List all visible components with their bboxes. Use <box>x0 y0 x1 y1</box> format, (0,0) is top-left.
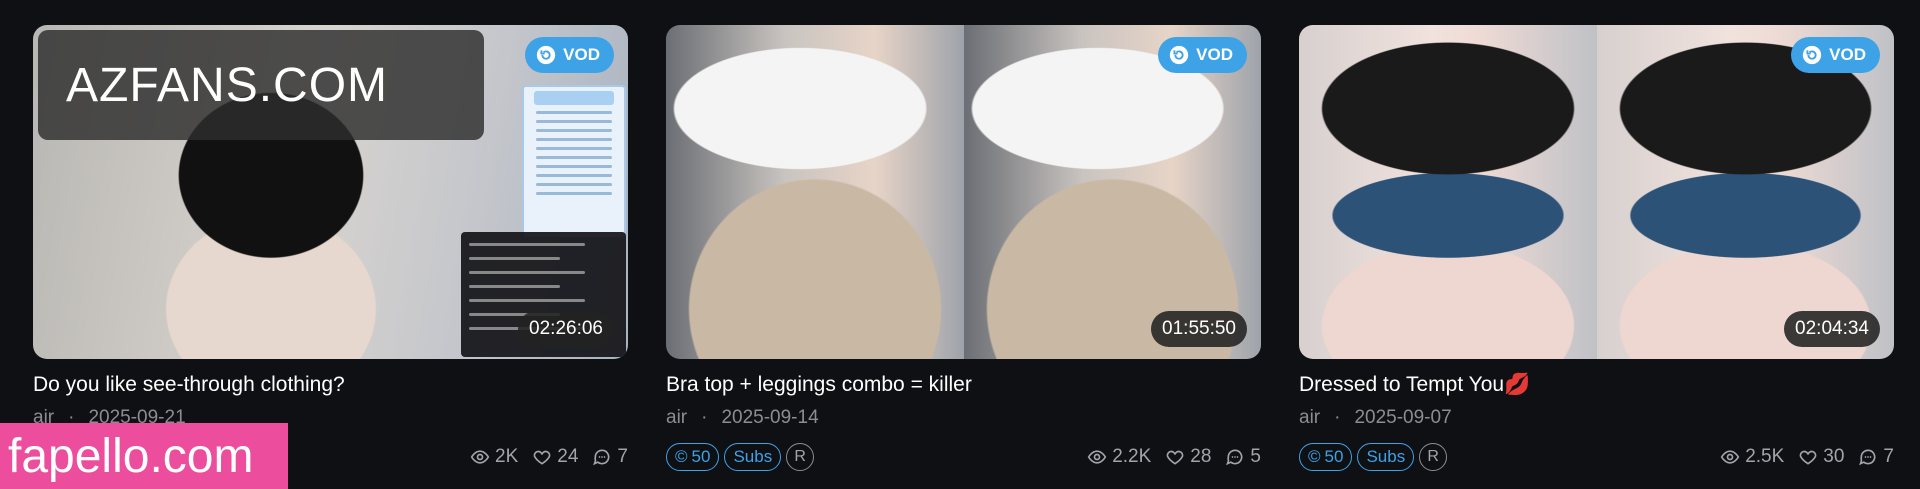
duration-badge: 02:26:06 <box>518 311 614 347</box>
likes-count: 28 <box>1190 446 1212 467</box>
likes-stat[interactable]: 30 <box>1798 446 1844 468</box>
price-value: 50 <box>1324 447 1344 466</box>
views-stat: 2K <box>470 446 518 468</box>
duration-badge: 02:04:34 <box>1784 311 1880 347</box>
price-badge[interactable]: © 50 <box>1299 443 1353 471</box>
rating-badge: R <box>786 443 815 471</box>
price-badge[interactable]: © 50 <box>666 443 720 471</box>
comment-icon <box>1859 449 1876 466</box>
video-card[interactable]: VOD 01:55:50 Bra top + leggings combo = … <box>666 25 1261 473</box>
replay-icon <box>536 45 556 65</box>
video-thumbnail[interactable]: VOD 01:55:50 <box>666 25 1261 359</box>
access-badges: © 50 Subs R <box>1299 443 1448 471</box>
video-title[interactable]: Dressed to Tempt You💋 <box>1299 373 1894 399</box>
comments-stat[interactable]: 7 <box>592 446 628 468</box>
video-grid: AZFANS.COM VOD 02:26:06 Do you like see-… <box>33 25 1894 473</box>
duration-badge: 01:55:50 <box>1151 311 1247 347</box>
video-meta: air · 2025-09-14 <box>666 407 1261 429</box>
replay-icon <box>1802 45 1822 65</box>
eye-icon <box>1720 450 1740 464</box>
vod-badge: VOD <box>525 37 614 73</box>
likes-stat[interactable]: 28 <box>1165 446 1211 468</box>
author-name[interactable]: air <box>666 407 687 429</box>
views-count: 2.5K <box>1745 446 1785 467</box>
heart-icon <box>1166 450 1184 465</box>
access-badges: © 50 Subs R <box>666 443 815 471</box>
views-stat: 2.5K <box>1720 446 1784 468</box>
heart-icon <box>1799 450 1817 465</box>
site-watermark: fapello.com <box>0 423 288 489</box>
comment-icon <box>593 449 610 466</box>
comments-stat[interactable]: 7 <box>1858 446 1894 468</box>
video-meta: air · 2025-09-07 <box>1299 407 1894 429</box>
subs-badge[interactable]: Subs <box>724 443 782 471</box>
video-stats-row: © 50 Subs R 2.2K 28 5 <box>666 441 1261 473</box>
publish-date: 2025-09-07 <box>1354 407 1452 428</box>
likes-count: 30 <box>1823 446 1845 467</box>
likes-count: 24 <box>557 446 579 467</box>
vod-label: VOD <box>563 45 600 64</box>
meta-separator: · <box>1334 407 1341 428</box>
video-thumbnail[interactable]: AZFANS.COM VOD 02:26:06 <box>33 25 628 359</box>
azfans-watermark: AZFANS.COM <box>38 30 484 140</box>
heart-icon <box>533 450 551 465</box>
views-count: 2.2K <box>1112 446 1152 467</box>
coin-icon: © <box>675 447 688 466</box>
subs-badge[interactable]: Subs <box>1357 443 1415 471</box>
author-name[interactable]: air <box>1299 407 1320 429</box>
video-stats: 2.5K 30 7 <box>1720 446 1894 468</box>
video-title[interactable]: Bra top + leggings combo = killer <box>666 373 1261 399</box>
video-stats: 2.2K 28 5 <box>1087 446 1261 468</box>
video-stats: 2K 24 7 <box>470 446 628 468</box>
price-value: 50 <box>691 447 711 466</box>
video-card[interactable]: AZFANS.COM VOD 02:26:06 Do you like see-… <box>33 25 628 473</box>
comment-icon <box>1226 449 1243 466</box>
vod-badge: VOD <box>1158 37 1247 73</box>
vod-label: VOD <box>1829 45 1866 64</box>
eye-icon <box>470 450 490 464</box>
video-thumbnail[interactable]: VOD 02:04:34 <box>1299 25 1894 359</box>
vod-label: VOD <box>1196 45 1233 64</box>
video-stats-row: © 50 Subs R 2.5K 30 7 <box>1299 441 1894 473</box>
comments-stat[interactable]: 5 <box>1225 446 1261 468</box>
vod-badge: VOD <box>1791 37 1880 73</box>
views-count: 2K <box>495 446 519 467</box>
comments-count: 7 <box>617 446 628 467</box>
thumbnail-menu-overlay <box>522 85 626 239</box>
coin-icon: © <box>1308 447 1321 466</box>
meta-separator: · <box>701 407 708 428</box>
comments-count: 5 <box>1250 446 1261 467</box>
rating-badge: R <box>1419 443 1448 471</box>
views-stat: 2.2K <box>1087 446 1151 468</box>
video-title[interactable]: Do you like see-through clothing? <box>33 373 628 399</box>
comments-count: 7 <box>1883 446 1894 467</box>
publish-date: 2025-09-14 <box>721 407 819 428</box>
replay-icon <box>1169 45 1189 65</box>
eye-icon <box>1087 450 1107 464</box>
video-card[interactable]: VOD 02:04:34 Dressed to Tempt You💋 air ·… <box>1299 25 1894 473</box>
likes-stat[interactable]: 24 <box>532 446 578 468</box>
